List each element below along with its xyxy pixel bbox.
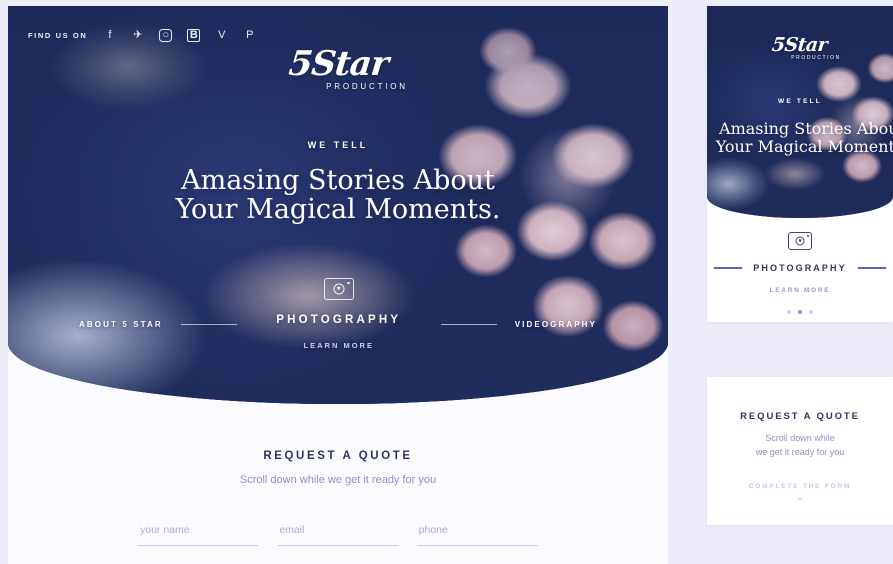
mobile-hero-eyebrow: WE TELL [778, 98, 822, 105]
quote-form [8, 520, 668, 546]
screenshot-stage: FIND US ON f ✈ ○ B V P 5Star PRODUCTION … [0, 0, 893, 564]
hero-nav-divider-left [180, 324, 237, 325]
mobile-hero-headline: Amasing Stories About Your Magical Momen… [707, 119, 893, 157]
hero-nav-photography-label: PHOTOGRAPHY [276, 314, 402, 326]
mobile-section-title: PHOTOGRAPHY [753, 263, 847, 273]
field-email [277, 520, 399, 546]
mobile-learn-more-link[interactable]: LEARN MORE [707, 287, 893, 294]
field-your-name [138, 520, 260, 546]
email-input[interactable] [277, 524, 399, 546]
mobile-site-logo[interactable]: 5Star PRODUCTION [707, 34, 893, 61]
heart-icon: ♥ [333, 283, 345, 295]
mobile-divider-left [714, 267, 743, 269]
mobile-carousel-dots [707, 310, 893, 314]
hero-nav-videography[interactable]: VIDEOGRAPHY [515, 320, 597, 329]
hero-headline-line1: Amasing Stories About [181, 165, 495, 196]
logo-wordmark: 5Star [286, 44, 390, 84]
request-quote-section: REQUEST A QUOTE Scroll down while we get… [8, 404, 668, 546]
hero-eyebrow: WE TELL [307, 140, 369, 150]
mobile-quote-title: REQUEST A QUOTE [740, 411, 860, 422]
phone-input[interactable] [416, 524, 538, 546]
mobile-complete-form-link[interactable]: COMPLETE THE FORM [749, 483, 851, 490]
mobile-camera-heart-icon: ♥ [788, 232, 812, 250]
hero-headline: Amasing Stories About Your Magical Momen… [8, 166, 668, 224]
site-logo[interactable]: 5Star PRODUCTION [8, 44, 668, 91]
facebook-icon[interactable]: f [103, 29, 116, 42]
carousel-dot-2[interactable] [798, 310, 802, 314]
mobile-quote-subtitle: Scroll down while we get it ready for yo… [756, 432, 845, 459]
field-phone [416, 520, 538, 546]
mobile-camera-flash-dot [806, 235, 809, 237]
mobile-hero-image: 5Star PRODUCTION WE TELL Amasing Stories… [707, 6, 893, 218]
request-quote-subtitle: Scroll down while we get it ready for yo… [239, 474, 437, 486]
mobile-quote-subtitle-line2: we get it ready for you [755, 446, 845, 457]
mobile-quote-subtitle-line1: Scroll down while [765, 433, 835, 443]
hero-nav-photography[interactable]: ♥ PHOTOGRAPHY LEARN MORE [255, 278, 423, 350]
desktop-preview-panel: FIND US ON f ✈ ○ B V P 5Star PRODUCTION … [8, 6, 668, 564]
twitter-icon[interactable]: ✈ [131, 29, 144, 42]
behance-icon[interactable]: B [187, 28, 201, 42]
camera-heart-icon: ♥ [323, 278, 354, 300]
carousel-dot-1[interactable] [787, 310, 791, 314]
mobile-section-block: ♥ PHOTOGRAPHY LEARN MORE [707, 218, 893, 314]
hero-nav: ABOUT 5 STAR ♥ PHOTOGRAPHY LEARN MORE VI… [8, 278, 668, 350]
mobile-logo-wordmark: 5Star [771, 34, 829, 56]
instagram-icon[interactable]: ○ [159, 28, 173, 42]
mobile-section-nav: PHOTOGRAPHY [707, 263, 893, 273]
hero-nav-about-5-star[interactable]: ABOUT 5 STAR [79, 320, 163, 329]
find-us-on-label: FIND US ON [28, 30, 88, 40]
mobile-heart-icon: ♥ [795, 236, 805, 246]
mobile-quote-card: REQUEST A QUOTE Scroll down while we get… [707, 377, 893, 525]
mobile-divider-right [857, 267, 886, 269]
pinterest-icon[interactable]: P [243, 29, 256, 42]
hero-learn-more-link[interactable]: LEARN MORE [255, 341, 423, 350]
request-quote-title: REQUEST A QUOTE [263, 450, 413, 462]
vimeo-icon[interactable]: V [215, 29, 228, 42]
camera-flash-dot [347, 281, 351, 284]
hero-section: FIND US ON f ✈ ○ B V P 5Star PRODUCTION … [8, 6, 668, 404]
hero-nav-divider-right [440, 324, 497, 325]
hero-headline-line2: Your Magical Moments. [175, 194, 501, 226]
hero-copy: WE TELL Amasing Stories About Your Magic… [8, 140, 668, 224]
social-links: f ✈ ○ B V P [103, 28, 256, 42]
mobile-hero-headline-line1: Amasing Stories About [719, 119, 893, 138]
mobile-hero-card: 5Star PRODUCTION WE TELL Amasing Stories… [707, 6, 893, 322]
chevron-down-icon[interactable]: ⌄ [796, 493, 804, 503]
carousel-dot-3[interactable] [809, 310, 813, 314]
mobile-hero-headline-line2: Your Magical Moments. [715, 137, 893, 157]
your-name-input[interactable] [138, 524, 260, 546]
mobile-preview-panel: 5Star PRODUCTION WE TELL Amasing Stories… [707, 6, 893, 525]
